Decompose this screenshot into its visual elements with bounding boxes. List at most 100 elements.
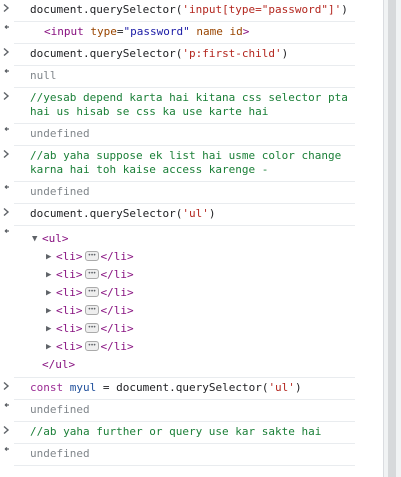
tree-child-close-tag: </li>: [100, 304, 134, 317]
console-input-row[interactable]: const myul = document.querySelector('ul'…: [3, 378, 355, 400]
return-arrow-icon: [2, 403, 12, 415]
console-result-row: undefined: [4, 444, 355, 466]
tree-root-node[interactable]: ▼ <ul>: [30, 230, 355, 248]
tree-child-node[interactable]: ▶<li> </li>: [30, 319, 355, 338]
console-input-row[interactable]: //ab yaha suppose ek list hai usme color…: [3, 146, 355, 182]
console-input-row[interactable]: document.querySelector('p:first-child'): [3, 44, 355, 66]
element-attr1-value: "password": [123, 25, 190, 38]
ellipsis-icon[interactable]: [84, 301, 99, 318]
element-space: =: [116, 25, 124, 38]
code-token: ): [294, 381, 302, 394]
return-arrow-icon: [2, 185, 12, 197]
console-input-text: //ab yaha suppose ek list hai usme color…: [14, 146, 355, 181]
tree-root-close-tag: </ul>: [42, 358, 76, 371]
console-result-text: undefined: [30, 447, 90, 460]
console-input-text: document.querySelector('p:first-child'): [14, 44, 355, 65]
code-token: 'ul': [182, 207, 209, 220]
devtools-console: document.querySelector('input[type="pass…: [0, 0, 383, 477]
ellipsis-icon[interactable]: [84, 337, 99, 354]
element-node[interactable]: <input type="password" name id>: [14, 22, 355, 43]
tree-child-open-tag: <li>: [56, 304, 83, 317]
element-attr1-name: type: [90, 25, 117, 38]
code-token: myul: [69, 381, 97, 394]
tree-child-close-tag: </li>: [100, 340, 134, 353]
element-tag-close: >: [242, 25, 250, 38]
console-result-row: null: [4, 66, 355, 88]
console-result-row: undefined: [4, 124, 355, 146]
chevron-right-icon: [2, 381, 12, 393]
tree-child-node[interactable]: ▶<li> </li>: [30, 337, 355, 356]
code-token: const: [30, 381, 64, 394]
console-result-row: undefined: [4, 182, 355, 204]
code-token: = document.querySelector(: [96, 381, 269, 394]
console-input-row[interactable]: document.querySelector('ul'): [3, 204, 355, 226]
console-input-text: document.querySelector('input[type="pass…: [14, 0, 355, 21]
triangle-right-icon[interactable]: ▶: [46, 285, 56, 302]
return-arrow-icon: [2, 25, 12, 37]
console-result-text: undefined: [30, 403, 90, 416]
console-result-text: undefined: [30, 185, 90, 198]
console-result-text: undefined: [30, 127, 90, 140]
triangle-right-icon[interactable]: ▶: [46, 267, 56, 284]
return-arrow-icon: [2, 127, 12, 139]
ellipsis-icon[interactable]: [84, 247, 99, 264]
triangle-right-icon[interactable]: ▶: [46, 303, 56, 320]
ellipsis-icon[interactable]: [84, 319, 99, 336]
code-token: 'input[type="password"]': [182, 3, 342, 16]
tree-child-open-tag: <li>: [56, 286, 83, 299]
tree-root-open-tag: <ul>: [42, 232, 69, 245]
triangle-right-icon[interactable]: ▶: [46, 339, 56, 356]
console-input-text: document.querySelector('ul'): [14, 204, 355, 225]
element-tag-open: <input: [44, 25, 84, 38]
console-result-text: null: [30, 69, 57, 82]
code-token: ): [208, 207, 216, 220]
tree-child-open-tag: <li>: [56, 340, 83, 353]
element-tree: ▼<ul>▶<li></li>▶<li></li>▶<li></li>▶<li>…: [14, 226, 355, 377]
tree-child-close-tag: </li>: [100, 250, 134, 263]
code-token: document.querySelector(: [30, 207, 183, 220]
element-attr2-name: name: [196, 25, 223, 38]
code-token: //ab yaha suppose ek list hai usme color…: [30, 149, 348, 176]
code-token: //ab yaha further or query use kar sakte…: [30, 425, 322, 438]
tree-child-close-tag: </li>: [100, 268, 134, 281]
scrollbar-thumb[interactable]: [388, 0, 396, 477]
console-input-row[interactable]: //ab yaha further or query use kar sakte…: [3, 422, 355, 444]
code-token: 'ul': [268, 381, 295, 394]
code-token: document.querySelector(: [30, 3, 183, 16]
code-token: document.querySelector(: [30, 47, 183, 60]
console-input-text: //ab yaha further or query use kar sakte…: [14, 422, 355, 443]
tree-child-node[interactable]: ▶<li> </li>: [30, 283, 355, 302]
chevron-right-icon: [2, 47, 12, 59]
chevron-right-icon: [2, 149, 12, 161]
chevron-right-icon: [2, 207, 12, 219]
tree-child-node[interactable]: ▶<li> </li>: [30, 265, 355, 284]
console-input-text: const myul = document.querySelector('ul'…: [14, 378, 355, 399]
return-arrow-icon: [2, 69, 12, 81]
console-input-text: //yesab depend karta hai kitana css sele…: [14, 88, 355, 123]
console-input-row[interactable]: //yesab depend karta hai kitana css sele…: [3, 88, 355, 124]
tree-child-close-tag: </li>: [100, 286, 134, 299]
console-tree-result[interactable]: ▼<ul>▶<li></li>▶<li></li>▶<li></li>▶<li>…: [4, 226, 355, 378]
ellipsis-icon[interactable]: [84, 265, 99, 282]
element-attr3-name: id: [229, 25, 243, 38]
code-token: //yesab depend karta hai kitana css sele…: [30, 91, 355, 118]
console-element-result[interactable]: <input type="password" name id>: [4, 22, 355, 44]
return-arrow-icon: [2, 229, 12, 241]
triangle-right-icon[interactable]: ▶: [46, 249, 56, 266]
console-scrollbar[interactable]: [383, 0, 401, 477]
triangle-down-icon[interactable]: ▼: [32, 231, 42, 248]
return-arrow-icon: [2, 447, 12, 459]
code-token: ): [341, 3, 348, 16]
tree-child-open-tag: <li>: [56, 250, 83, 263]
tree-root-close: </ul>: [30, 356, 355, 373]
triangle-right-icon[interactable]: ▶: [46, 321, 56, 338]
code-token: 'p:first-child': [182, 47, 282, 60]
tree-child-node[interactable]: ▶<li> </li>: [30, 247, 355, 266]
chevron-right-icon: [2, 91, 12, 103]
ellipsis-icon[interactable]: [84, 283, 99, 300]
console-input-row[interactable]: document.querySelector('input[type="pass…: [3, 0, 355, 22]
tree-child-node[interactable]: ▶<li> </li>: [30, 301, 355, 320]
chevron-right-icon: [2, 3, 12, 15]
console-result-row: undefined: [4, 400, 355, 422]
